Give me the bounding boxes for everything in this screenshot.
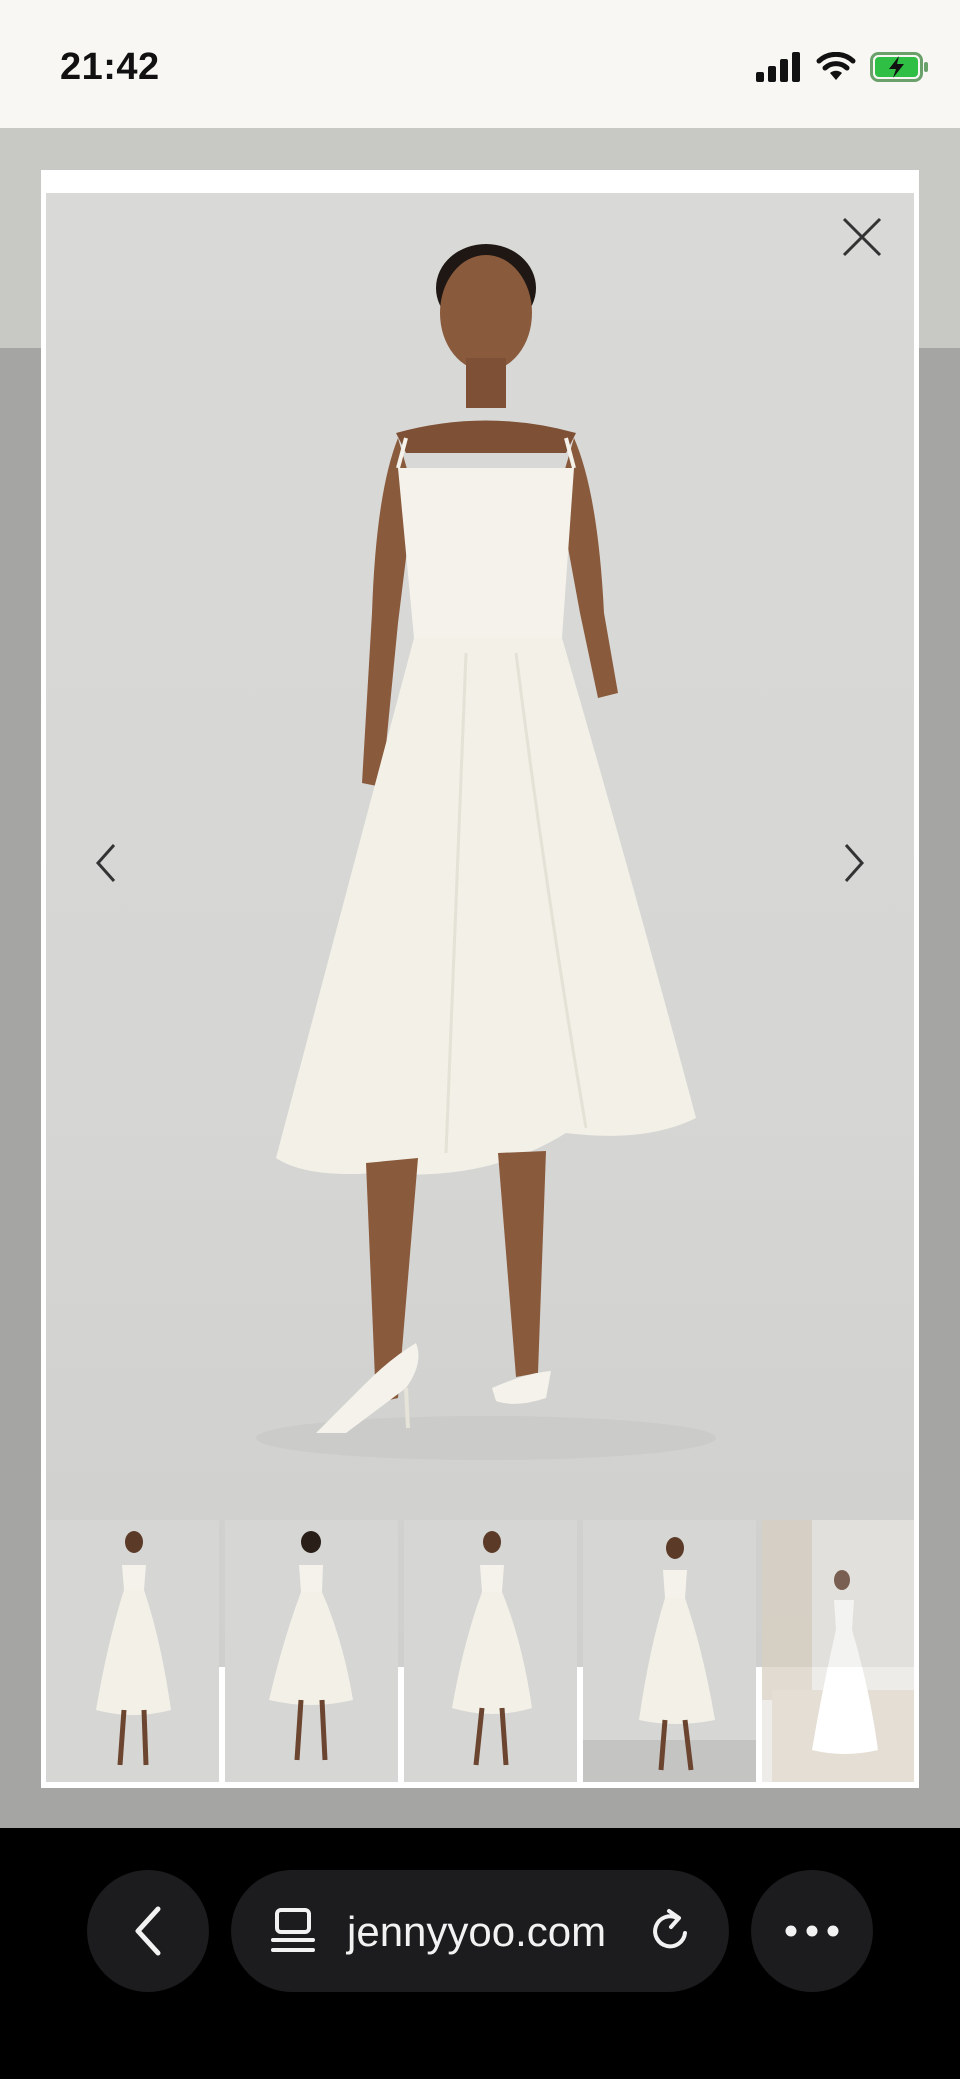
status-time: 21:42 <box>60 46 160 88</box>
thumbnail-3[interactable] <box>404 1520 577 1782</box>
dress-front-alt-thumbnail <box>452 1531 532 1766</box>
chevron-left-icon <box>135 1906 161 1956</box>
thumbnail-4[interactable] <box>583 1520 756 1782</box>
url-text: jennyyoo.com <box>347 1908 607 1955</box>
browser-toolbar: jennyyoo.com <box>0 1828 960 2079</box>
thumbnail-1[interactable] <box>46 1520 219 1782</box>
next-image-chevron-right-icon[interactable] <box>834 833 874 893</box>
status-icons <box>756 52 930 82</box>
dress-front-thumbnail <box>96 1531 171 1766</box>
dress-side-thumbnail <box>583 1537 756 1782</box>
status-bar: 21:42 <box>0 0 960 128</box>
ellipsis-icon <box>785 1925 839 1937</box>
thumbnail-strip <box>46 1520 914 1782</box>
thumbnail-5[interactable] <box>762 1520 914 1782</box>
more-options-button[interactable] <box>751 1870 873 1992</box>
image-gallery-modal <box>41 170 919 1788</box>
reload-icon[interactable] <box>649 1907 693 1955</box>
white-midi-dress-front-image <box>256 244 716 1460</box>
previous-image-chevron-left-icon[interactable] <box>86 833 126 893</box>
thumbnail-2[interactable] <box>225 1520 398 1782</box>
main-product-image[interactable] <box>46 193 914 1667</box>
signal-icon <box>756 52 800 82</box>
address-bar[interactable]: jennyyoo.com <box>231 1870 729 1992</box>
tab-overview-icon <box>271 1908 315 1952</box>
close-icon[interactable] <box>834 209 890 265</box>
back-button[interactable] <box>87 1870 209 1992</box>
wifi-icon <box>816 52 856 80</box>
dress-lifestyle-thumbnail <box>762 1520 914 1782</box>
battery-charging-icon <box>870 52 928 82</box>
dress-back-thumbnail <box>269 1531 353 1761</box>
